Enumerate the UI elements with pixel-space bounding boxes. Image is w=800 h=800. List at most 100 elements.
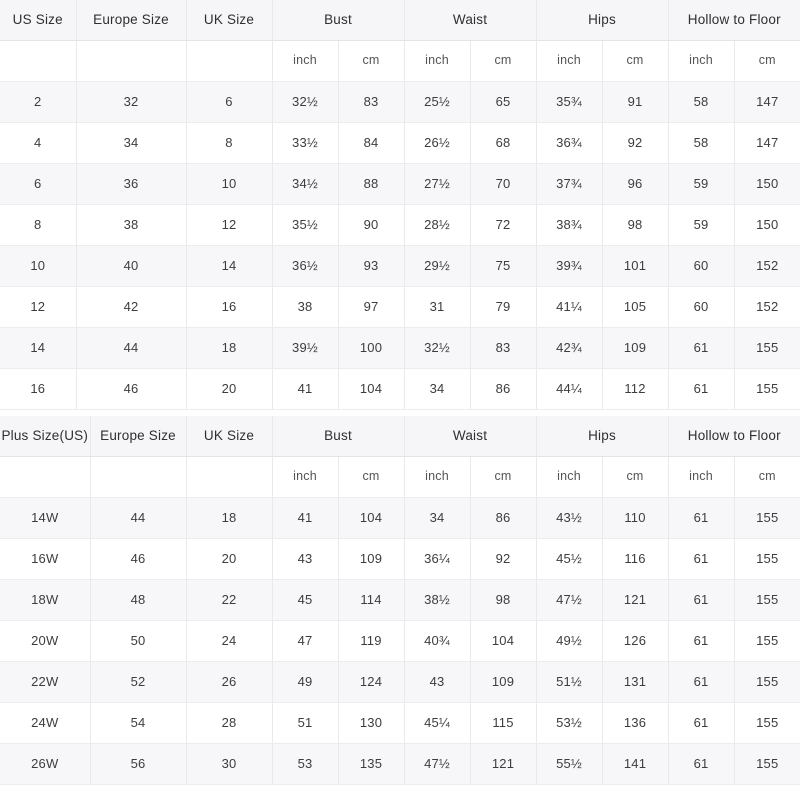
table-row: 4 34 8 33½ 84 26½ 68 36¾ 92 58 147 bbox=[0, 122, 800, 164]
table-cell: 56 bbox=[90, 743, 187, 785]
table-cell: 44 bbox=[90, 497, 187, 539]
table-cell: 101 bbox=[602, 245, 669, 287]
table-cell: 40¾ bbox=[404, 620, 471, 662]
table-cell: 135 bbox=[338, 743, 405, 785]
table-cell: 96 bbox=[602, 163, 669, 205]
unit-cell-waist-cm: cm bbox=[470, 40, 537, 82]
unit-cell-waist-inch: inch bbox=[404, 40, 471, 82]
table-row: 2 32 6 32½ 83 25½ 65 35¾ 91 58 147 bbox=[0, 81, 800, 123]
table-cell: 110 bbox=[602, 497, 669, 539]
plus-size-table: Plus Size(US) Europe Size UK Size Bust W… bbox=[0, 416, 800, 785]
table-cell: 45¼ bbox=[404, 702, 471, 744]
table-cell: 155 bbox=[734, 661, 800, 703]
table-cell: 36¼ bbox=[404, 538, 471, 580]
table-cell: 155 bbox=[734, 620, 800, 662]
table-cell: 53 bbox=[272, 743, 339, 785]
table-cell: 42¾ bbox=[536, 327, 603, 369]
table-cell: 155 bbox=[734, 743, 800, 785]
table-cell: 20W bbox=[0, 620, 91, 662]
table-cell: 121 bbox=[470, 743, 537, 785]
unit-cell-hips-inch: inch bbox=[536, 40, 603, 82]
table-cell: 41 bbox=[272, 368, 339, 410]
table-cell: 61 bbox=[668, 661, 735, 703]
table-cell: 155 bbox=[734, 702, 800, 744]
table-row: 26W 56 30 53 135 47½ 121 55½ 141 61 155 bbox=[0, 743, 800, 785]
table-cell: 61 bbox=[668, 497, 735, 539]
table-cell: 24W bbox=[0, 702, 91, 744]
table-cell: 20 bbox=[186, 538, 273, 580]
unit-cell-waist-inch-plus: inch bbox=[404, 456, 471, 498]
table-cell: 45½ bbox=[536, 538, 603, 580]
table-cell: 38 bbox=[76, 204, 187, 246]
table-row: 18W 48 22 45 114 38½ 98 47½ 121 61 155 bbox=[0, 579, 800, 621]
table-row: 20W 50 24 47 119 40¾ 104 49½ 126 61 155 bbox=[0, 620, 800, 662]
table-cell: 109 bbox=[470, 661, 537, 703]
table-cell: 43 bbox=[404, 661, 471, 703]
table-cell: 60 bbox=[668, 286, 735, 328]
unit-cell-bust-cm: cm bbox=[338, 40, 405, 82]
unit-cell-bust-inch: inch bbox=[272, 40, 339, 82]
unit-cell-blank-us bbox=[0, 40, 77, 82]
table-cell: 18 bbox=[186, 327, 273, 369]
table-cell: 8 bbox=[0, 204, 77, 246]
table-row: 14 44 18 39½ 100 32½ 83 42¾ 109 61 155 bbox=[0, 327, 800, 369]
table-cell: 27½ bbox=[404, 163, 471, 205]
table-cell: 25½ bbox=[404, 81, 471, 123]
table-cell: 50 bbox=[90, 620, 187, 662]
table-cell: 61 bbox=[668, 327, 735, 369]
table-cell: 8 bbox=[186, 122, 273, 164]
column-header-hips: Hips bbox=[536, 0, 669, 41]
unit-cell-blank-europe bbox=[76, 40, 187, 82]
table-cell: 150 bbox=[734, 204, 800, 246]
column-header-hollow-to-floor: Hollow to Floor bbox=[668, 0, 800, 41]
table-cell: 147 bbox=[734, 122, 800, 164]
column-header-uk-size-plus: UK Size bbox=[186, 416, 273, 457]
table-cell: 48 bbox=[90, 579, 187, 621]
table-cell: 33½ bbox=[272, 122, 339, 164]
table-cell: 155 bbox=[734, 327, 800, 369]
unit-cell-hollow-cm-plus: cm bbox=[734, 456, 800, 498]
plus-table-body: 14W 44 18 41 104 34 86 43½ 110 61 155 16W 46 20 43 109 3… bbox=[0, 497, 800, 785]
table-row: 10 40 14 36½ 93 29½ 75 39¾ 101 60 152 bbox=[0, 245, 800, 287]
table-cell: 104 bbox=[470, 620, 537, 662]
table-cell: 72 bbox=[470, 204, 537, 246]
table-cell: 58 bbox=[668, 122, 735, 164]
standard-table-header-row: US Size Europe Size UK Size Bust Waist H… bbox=[0, 0, 800, 41]
table-cell: 30 bbox=[186, 743, 273, 785]
table-cell: 36¾ bbox=[536, 122, 603, 164]
standard-size-table: US Size Europe Size UK Size Bust Waist H… bbox=[0, 0, 800, 410]
table-cell: 98 bbox=[470, 579, 537, 621]
table-cell: 39½ bbox=[272, 327, 339, 369]
table-cell: 104 bbox=[338, 368, 405, 410]
table-cell: 38½ bbox=[404, 579, 471, 621]
table-cell: 28 bbox=[186, 702, 273, 744]
table-cell: 68 bbox=[470, 122, 537, 164]
unit-cell-hollow-inch-plus: inch bbox=[668, 456, 735, 498]
column-header-us-size: US Size bbox=[0, 0, 77, 41]
table-cell: 152 bbox=[734, 286, 800, 328]
table-cell: 155 bbox=[734, 579, 800, 621]
table-cell: 150 bbox=[734, 163, 800, 205]
table-cell: 22 bbox=[186, 579, 273, 621]
table-cell: 28½ bbox=[404, 204, 471, 246]
table-cell: 14W bbox=[0, 497, 91, 539]
plus-table-unit-row: inch cm inch cm inch cm inch cm bbox=[0, 456, 800, 498]
table-cell: 29½ bbox=[404, 245, 471, 287]
table-cell: 109 bbox=[602, 327, 669, 369]
table-cell: 26½ bbox=[404, 122, 471, 164]
column-header-uk-size: UK Size bbox=[186, 0, 273, 41]
table-cell: 49 bbox=[272, 661, 339, 703]
table-cell: 51 bbox=[272, 702, 339, 744]
table-cell: 6 bbox=[0, 163, 77, 205]
unit-cell-waist-cm-plus: cm bbox=[470, 456, 537, 498]
table-cell: 2 bbox=[0, 81, 77, 123]
table-cell: 116 bbox=[602, 538, 669, 580]
table-cell: 16W bbox=[0, 538, 91, 580]
table-cell: 97 bbox=[338, 286, 405, 328]
table-cell: 35¾ bbox=[536, 81, 603, 123]
unit-cell-blank-plus-uk bbox=[186, 456, 273, 498]
table-cell: 75 bbox=[470, 245, 537, 287]
table-cell: 90 bbox=[338, 204, 405, 246]
table-cell: 26 bbox=[186, 661, 273, 703]
table-cell: 58 bbox=[668, 81, 735, 123]
